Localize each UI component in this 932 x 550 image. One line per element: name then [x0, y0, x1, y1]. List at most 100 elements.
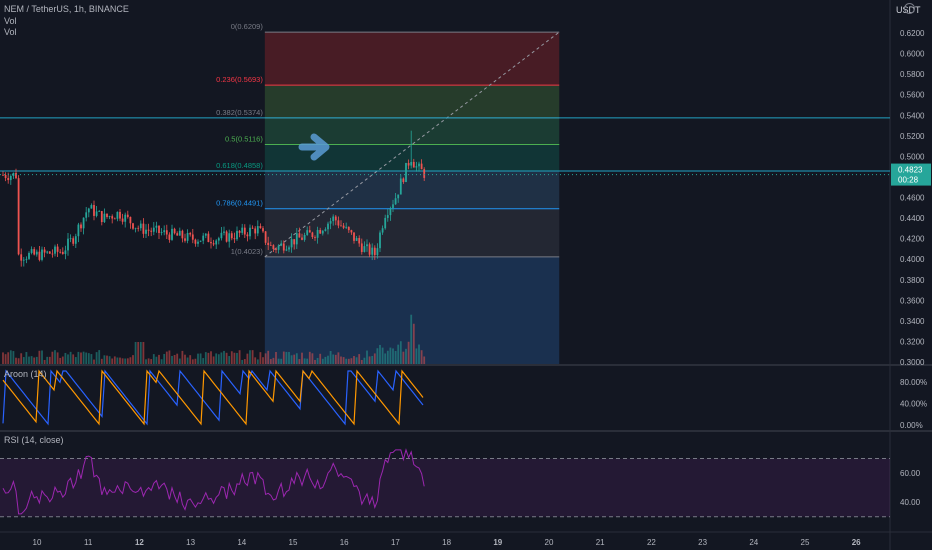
volume-bar [199, 353, 202, 364]
candle-body [9, 175, 12, 181]
volume-bar [137, 342, 140, 364]
volume-bar [165, 351, 168, 364]
price-tick: 0.3400 [900, 317, 925, 326]
volume-bar [215, 353, 218, 364]
volume-bar [28, 356, 30, 364]
volume-bar [360, 359, 363, 364]
candle-body [397, 194, 400, 199]
candle-body [350, 230, 353, 233]
candle-body [345, 226, 348, 228]
volume-bar [186, 357, 189, 364]
candle-body [259, 226, 262, 229]
volume-bar [38, 350, 41, 364]
volume-bar [342, 357, 345, 364]
candle-body [150, 230, 153, 232]
candle-body [272, 245, 275, 250]
volume-bar [358, 354, 361, 364]
candle-body [262, 228, 264, 232]
volume-bar [178, 358, 181, 364]
candle-body [20, 254, 23, 261]
volume-bar [12, 351, 15, 364]
candle-body [407, 162, 410, 166]
candle-body [145, 229, 147, 234]
volume-bar [399, 341, 402, 364]
candle-body [329, 221, 332, 224]
volume-bar [129, 357, 132, 364]
candle-body [311, 232, 314, 238]
volume-bar [324, 356, 327, 364]
volume-bar [77, 351, 80, 364]
candle-body [376, 248, 379, 256]
volume-bar [288, 351, 290, 364]
candle-body [100, 211, 103, 223]
candle-body [74, 236, 77, 244]
candle-body [415, 166, 418, 168]
candle-body [295, 233, 298, 245]
volume-bar [64, 352, 67, 364]
trading-chart[interactable]: 0(0.6209) 0.236(0.5693) 0.382(0.5374) 0.5(0… [0, 0, 932, 550]
candle-body [147, 229, 150, 231]
volume-bar [124, 358, 127, 364]
candle-body [280, 243, 283, 246]
volume-bar [228, 356, 231, 364]
candle-body [241, 227, 244, 233]
fib-level-label: 0.618(0.4858) [216, 161, 263, 170]
volume-bar [51, 351, 54, 364]
candle-body [360, 243, 363, 252]
volume-bar [67, 354, 69, 364]
candle-body [212, 243, 215, 245]
fib-zone [264, 170, 560, 209]
volume-bar [254, 357, 257, 364]
price-tick: 0.5000 [900, 152, 925, 161]
candle-body [165, 230, 168, 235]
volume-bar [264, 353, 267, 364]
volume-bar [295, 353, 298, 364]
volume-bar [80, 352, 82, 364]
rsi-tick: 40.00 [900, 498, 921, 507]
volume-bar [98, 350, 101, 364]
volume-bar [262, 357, 264, 364]
candle-body [301, 237, 303, 240]
candle-body [22, 259, 25, 261]
candle-body [194, 239, 197, 244]
volume-bar [197, 353, 199, 364]
fib-level-label: 0.236(0.5693) [216, 75, 263, 84]
candle-body [225, 231, 228, 242]
volume-bar [246, 353, 249, 364]
price-tick: 0.6000 [900, 50, 925, 59]
candle-body [139, 223, 142, 229]
volume-bar [43, 359, 46, 364]
candle-body [371, 247, 374, 255]
candle-body [215, 240, 218, 245]
time-tick: 18 [442, 538, 451, 547]
candle-body [67, 238, 69, 251]
time-tick: 24 [749, 538, 758, 547]
candle-body [116, 211, 119, 219]
candle-body [399, 178, 402, 195]
candle-body [386, 215, 389, 218]
candle-body [126, 214, 129, 217]
volume-bar [386, 350, 389, 364]
price-tick: 0.5800 [900, 70, 925, 79]
volume-bar [33, 357, 36, 364]
volume-bar [251, 350, 254, 364]
volume-bar [111, 358, 114, 364]
candle-body [173, 228, 176, 234]
candle-body [30, 249, 33, 253]
candle-body [82, 217, 85, 229]
volume-bar [217, 354, 220, 364]
volume-bar [204, 352, 207, 364]
price-tick: 0.3600 [900, 296, 925, 305]
volume-bar [241, 359, 244, 364]
candle-body [15, 172, 17, 179]
volume-bar [46, 356, 49, 364]
volume-bar [82, 351, 85, 364]
candle-body [420, 163, 423, 170]
chart-settings-toggle[interactable] [904, 3, 915, 14]
volume-bar [119, 357, 121, 364]
volume-bar [272, 357, 275, 364]
rsi-band [0, 458, 890, 517]
volume-bar [189, 355, 192, 364]
candle-body [293, 239, 296, 245]
volume-bar [394, 351, 397, 364]
